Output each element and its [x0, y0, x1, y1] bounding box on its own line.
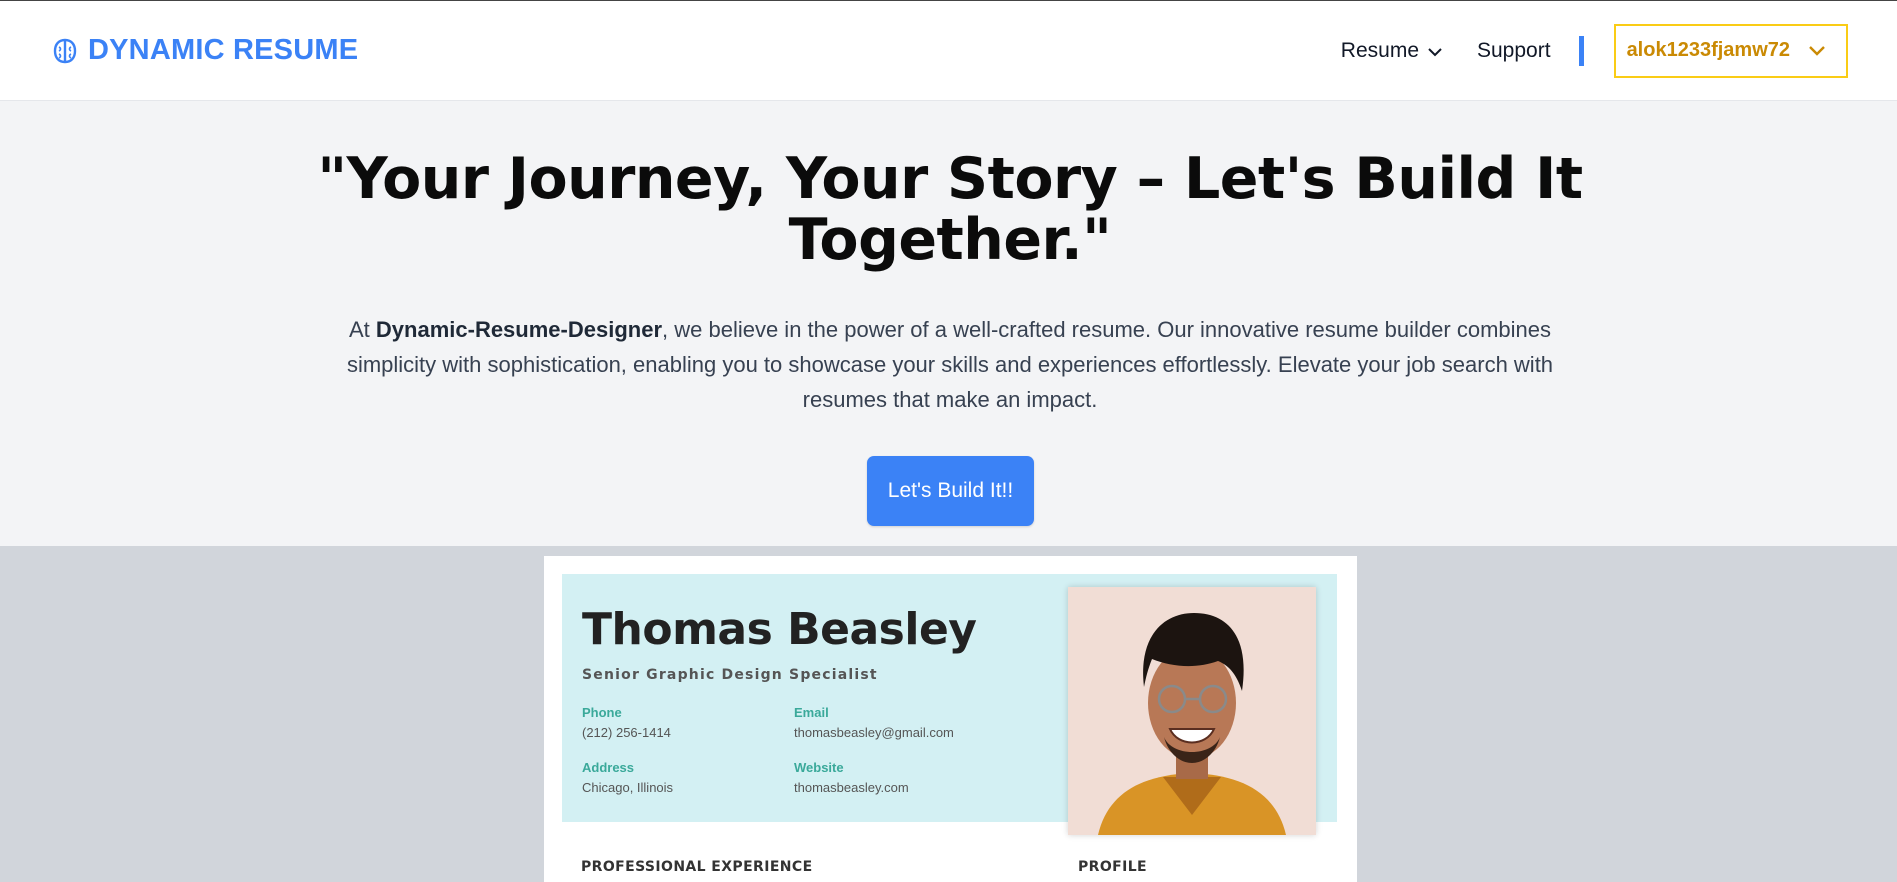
lead-brand-name: Dynamic-Resume-Designer — [375, 317, 663, 342]
resume-role: Senior Graphic Design Specialist — [582, 667, 878, 683]
resume-preview-card: Thomas Beasley Senior Graphic Design Spe… — [544, 556, 1357, 882]
website-value: thomasbeasley.com — [794, 780, 909, 795]
profile-photo — [1068, 587, 1316, 835]
lead-prefix: At — [349, 317, 376, 342]
support-label: Support — [1477, 38, 1551, 62]
address-label: Address — [582, 760, 635, 775]
resume-menu-label: Resume — [1340, 38, 1419, 62]
brand-link[interactable]: DYNAMIC RESUME — [50, 34, 358, 67]
support-link[interactable]: Support — [1477, 39, 1551, 63]
email-label: Email — [794, 705, 829, 720]
website-label: Website — [794, 760, 844, 775]
phone-label: Phone — [582, 705, 622, 720]
build-resume-button[interactable]: Let's Build It!! — [867, 456, 1034, 526]
hero-headline: "Your Journey, Your Story – Let's Build … — [317, 146, 1583, 273]
resume-header: Thomas Beasley Senior Graphic Design Spe… — [562, 574, 1337, 835]
hero-section: "Your Journey, Your Story – Let's Build … — [0, 101, 1897, 546]
nav-divider — [1578, 35, 1584, 66]
profile-section-title: PROFILE — [1078, 859, 1147, 875]
navbar: DYNAMIC RESUME Resume Support alok1233fj… — [0, 1, 1897, 101]
resume-preview-section: Thomas Beasley Senior Graphic Design Spe… — [0, 546, 1897, 882]
chevron-down-icon — [1808, 39, 1826, 62]
brand-title: DYNAMIC RESUME — [88, 34, 359, 66]
chevron-down-icon — [1427, 39, 1443, 63]
email-value: thomasbeasley@gmail.com — [794, 725, 954, 740]
nav-menu: Resume Support alok1233fjamw72 — [1341, 23, 1848, 78]
hero-description: At Dynamic-Resume-Designer, we believe i… — [310, 312, 1590, 417]
resume-menu-button[interactable]: Resume — [1341, 39, 1443, 63]
resume-name: Thomas Beasley — [582, 604, 977, 655]
user-menu-button[interactable]: alok1233fjamw72 — [1613, 23, 1848, 78]
address-value: Chicago, Illinois — [582, 780, 674, 795]
experience-section-title: PROFESSIONAL EXPERIENCE — [581, 859, 813, 875]
brain-icon — [50, 36, 80, 66]
username-label: alok1233fjamw72 — [1626, 39, 1790, 61]
phone-value: (212) 256-1414 — [582, 725, 671, 740]
